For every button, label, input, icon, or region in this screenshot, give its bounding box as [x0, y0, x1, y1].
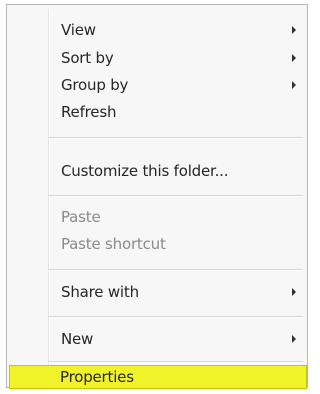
submenu-arrow-icon — [292, 335, 296, 343]
menu-item-group-by[interactable]: Group by — [10, 72, 304, 98]
submenu-arrow-icon — [292, 81, 296, 89]
menu-item-label: Share with — [61, 283, 139, 301]
menu-separator — [48, 316, 303, 318]
menu-item-view[interactable]: View — [10, 17, 304, 43]
menu-item-label: Properties — [60, 368, 134, 386]
submenu-arrow-icon — [292, 26, 296, 34]
menu-item-label: Refresh — [61, 103, 117, 121]
menu-separator — [48, 195, 303, 197]
menu-item-paste-shortcut[interactable]: Paste shortcut — [10, 231, 304, 257]
menu-item-share-with[interactable]: Share with — [10, 279, 304, 305]
menu-item-refresh[interactable]: Refresh — [10, 99, 304, 125]
menu-item-paste[interactable]: Paste — [10, 204, 304, 230]
menu-item-customize-folder[interactable]: Customize this folder... — [10, 158, 304, 184]
menu-item-label: View — [61, 21, 96, 39]
menu-item-label: Group by — [61, 76, 129, 94]
menu-item-label: New — [61, 330, 94, 348]
menu-separator — [48, 361, 303, 363]
menu-item-label: Sort by — [61, 49, 114, 67]
menu-item-properties[interactable]: Properties — [9, 365, 307, 389]
menu-separator — [48, 137, 303, 139]
context-menu: View Sort by Group by Refresh Customize … — [6, 4, 308, 389]
submenu-arrow-icon — [292, 54, 296, 62]
submenu-arrow-icon — [292, 288, 296, 296]
menu-item-sort-by[interactable]: Sort by — [10, 45, 304, 71]
menu-separator — [48, 269, 303, 271]
menu-item-new[interactable]: New — [10, 326, 304, 352]
menu-item-label: Customize this folder... — [61, 162, 229, 180]
menu-item-label: Paste — [61, 208, 101, 226]
menu-item-label: Paste shortcut — [61, 235, 166, 253]
